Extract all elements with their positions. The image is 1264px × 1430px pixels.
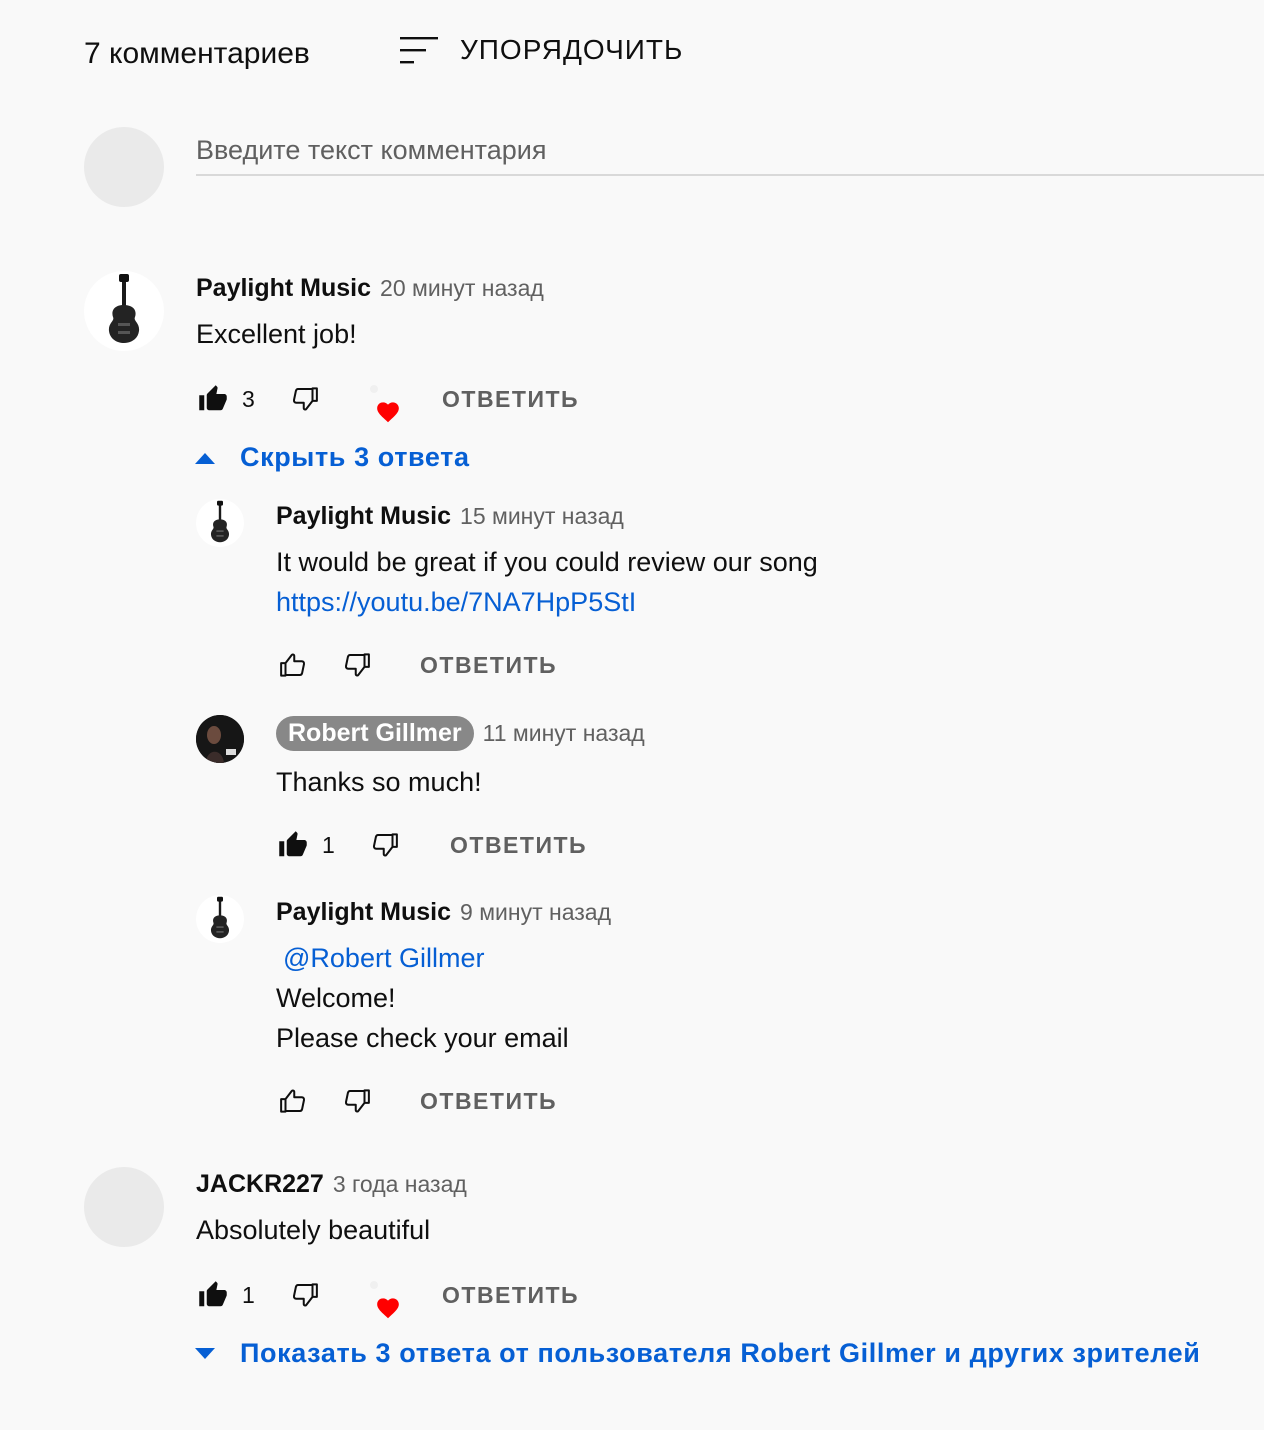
- reply-header: Robert Gillmer 11 минут назад: [276, 716, 645, 751]
- reply-time[interactable]: 9 минут назад: [460, 899, 611, 926]
- thumbs-down-icon: [290, 384, 320, 414]
- comment-text: Excellent job!: [196, 319, 357, 349]
- dislike-button[interactable]: [368, 828, 402, 862]
- creator-avatar-mini: [370, 385, 378, 393]
- avatar[interactable]: [84, 271, 164, 351]
- comment-time[interactable]: 20 минут назад: [380, 275, 544, 302]
- creator-badge[interactable]: Robert Gillmer: [276, 716, 474, 751]
- caret-down-icon: [195, 1347, 215, 1359]
- comment-text: Absolutely beautiful: [196, 1215, 431, 1245]
- current-user-avatar: [84, 127, 164, 207]
- dislike-button[interactable]: [340, 648, 374, 682]
- hide-replies-label: Скрыть 3 ответа: [240, 442, 470, 472]
- thumbs-up-icon: [278, 1086, 308, 1116]
- thumbs-up-filled-icon: [198, 384, 228, 414]
- like-button[interactable]: [276, 648, 310, 682]
- mention-link[interactable]: @Robert Gillmer: [283, 938, 484, 978]
- like-button[interactable]: [196, 382, 230, 416]
- like-count: 1: [322, 831, 335, 858]
- reply-text: Thanks so much!: [276, 767, 482, 797]
- avatar[interactable]: [196, 715, 244, 763]
- reply-author[interactable]: Paylight Music: [276, 502, 451, 531]
- thumbs-up-icon: [278, 650, 308, 680]
- caret-up-icon: [195, 452, 215, 464]
- reply-text: Welcome!: [276, 983, 396, 1013]
- comment-actions: 1: [196, 1275, 255, 1315]
- dislike-button[interactable]: [288, 1278, 322, 1312]
- dislike-button[interactable]: [288, 382, 322, 416]
- reply-actions: 1: [276, 825, 335, 865]
- show-replies-label: Показать 3 ответа от пользователя Robert…: [240, 1338, 1201, 1368]
- thumbs-up-filled-icon: [198, 1280, 228, 1310]
- sort-icon: [400, 37, 438, 64]
- reply-button[interactable]: ОТВЕТИТЬ: [442, 1282, 579, 1309]
- reply-time[interactable]: 11 минут назад: [483, 720, 645, 747]
- reply-link[interactable]: https://youtu.be/7NA7HpP5StI: [276, 582, 636, 622]
- reply-text: Please check your email: [276, 1023, 569, 1053]
- reply-text: It would be great if you could review ou…: [276, 547, 818, 577]
- comment-header: JACKR227 3 года назад: [196, 1170, 467, 1199]
- sort-label: УПОРЯДОЧИТЬ: [460, 34, 684, 65]
- creator-avatar-mini: [370, 1281, 378, 1289]
- avatar[interactable]: [196, 895, 244, 943]
- user-photo-icon: [196, 715, 244, 763]
- like-button[interactable]: [276, 1084, 310, 1118]
- guitar-avatar-icon: [84, 271, 164, 351]
- heart-icon: [377, 1298, 399, 1319]
- reply-header: Paylight Music 9 минут назад: [276, 898, 611, 927]
- comment-author[interactable]: JACKR227: [196, 1170, 324, 1199]
- reply-button[interactable]: ОТВЕТИТЬ: [450, 832, 587, 859]
- thumbs-down-icon: [342, 650, 372, 680]
- heart-icon: [377, 402, 399, 423]
- avatar[interactable]: [196, 499, 244, 547]
- reply-time[interactable]: 15 минут назад: [460, 503, 624, 530]
- like-button[interactable]: [196, 1278, 230, 1312]
- hide-replies-button[interactable]: Скрыть 3 ответа: [194, 442, 470, 473]
- dislike-button[interactable]: [340, 1084, 374, 1118]
- reply-button[interactable]: ОТВЕТИТЬ: [420, 652, 557, 679]
- reply-button[interactable]: ОТВЕТИТЬ: [420, 1088, 557, 1115]
- creator-heart[interactable]: [370, 385, 403, 425]
- like-count: 1: [242, 1281, 255, 1308]
- creator-heart[interactable]: [370, 1281, 403, 1321]
- thumbs-down-icon: [342, 1086, 372, 1116]
- thumbs-down-icon: [290, 1280, 320, 1310]
- guitar-avatar-icon: [196, 499, 244, 547]
- comment-time[interactable]: 3 года назад: [333, 1171, 467, 1198]
- reply-header: Paylight Music 15 минут назад: [276, 502, 624, 531]
- add-comment-input[interactable]: [196, 126, 1264, 176]
- show-replies-button[interactable]: Показать 3 ответа от пользователя Robert…: [194, 1338, 1201, 1369]
- guitar-avatar-icon: [196, 895, 244, 943]
- comment-author[interactable]: Paylight Music: [196, 274, 371, 303]
- thumbs-up-filled-icon: [278, 830, 308, 860]
- avatar[interactable]: [84, 1167, 164, 1247]
- like-count: 3: [242, 385, 255, 412]
- comment-count: 7 комментариев: [84, 37, 310, 70]
- sort-button[interactable]: УПОРЯДОЧИТЬ: [400, 30, 683, 70]
- thumbs-down-icon: [370, 830, 400, 860]
- comment-actions: 3: [196, 379, 255, 419]
- reply-button[interactable]: ОТВЕТИТЬ: [442, 386, 579, 413]
- reply-author[interactable]: Paylight Music: [276, 898, 451, 927]
- like-button[interactable]: [276, 828, 310, 862]
- comment-header: Paylight Music 20 минут назад: [196, 274, 544, 303]
